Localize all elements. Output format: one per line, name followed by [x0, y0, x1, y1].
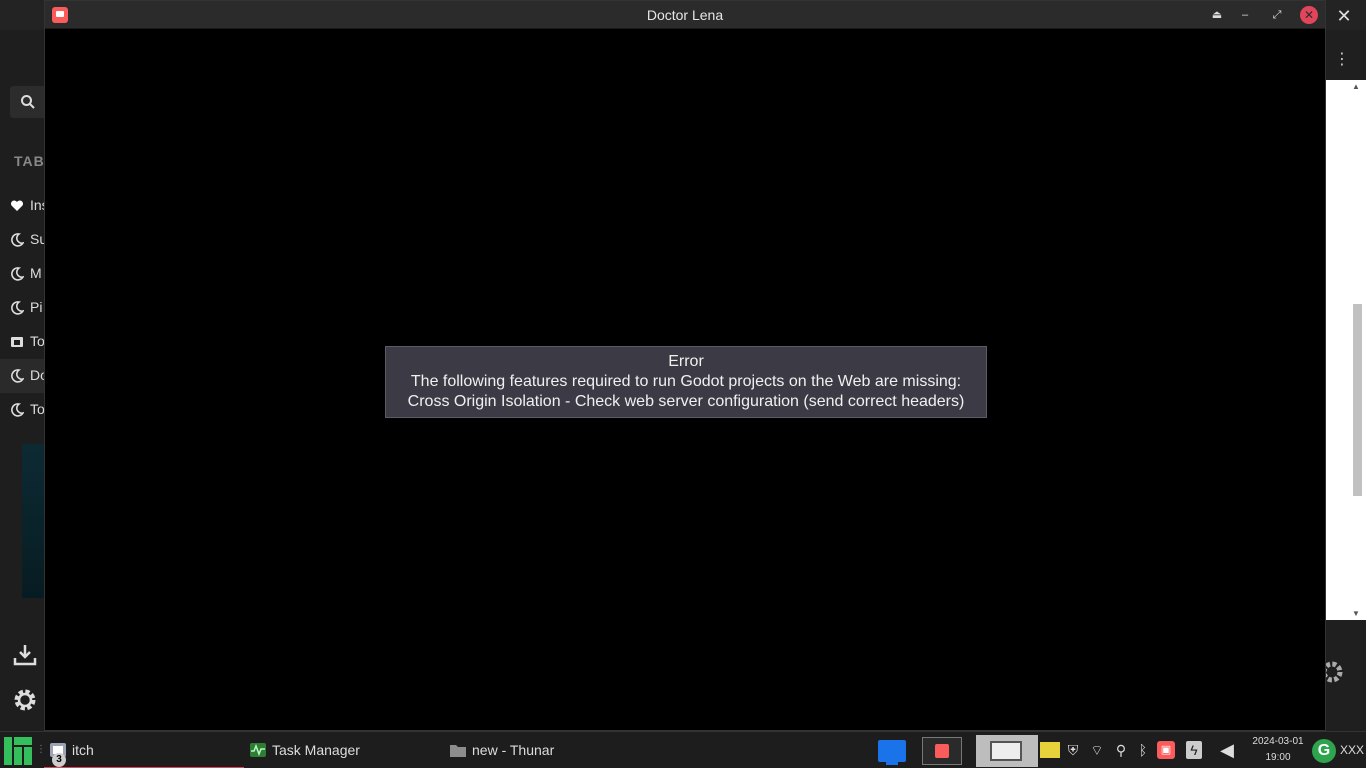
itch-tray-icon[interactable]: ▣	[1157, 741, 1175, 759]
search-button[interactable]	[10, 86, 44, 118]
error-title: Error	[668, 353, 704, 370]
notes-icon[interactable]	[1040, 742, 1060, 758]
sidebar-item-label: To	[30, 401, 44, 417]
itch-mini-icon	[935, 744, 949, 758]
error-message-line1: The following features required to run G…	[410, 373, 962, 390]
error-dialog: Error The following features required to…	[385, 346, 987, 418]
close-button[interactable]: ✕	[1300, 6, 1318, 24]
sidebar-item-label: To	[30, 333, 44, 349]
sidebar-item-4[interactable]: To	[0, 325, 44, 359]
sidebar-item-label: M	[30, 265, 42, 281]
scroll-down-icon[interactable]: ▼	[1352, 609, 1360, 618]
task-label: new - Thunar	[472, 742, 555, 758]
download-icon[interactable]	[12, 642, 38, 668]
window-mini-icon	[990, 741, 1022, 761]
scrollbar-thumb[interactable]	[1353, 304, 1362, 496]
sidebar-item-3[interactable]: Pi	[0, 291, 44, 325]
sidebar-item-5[interactable]: Do	[0, 359, 44, 393]
taskbar: ⋮ 3 itch Task Manager new - Thunar ⛨ ⌔ ⚲…	[0, 731, 1366, 768]
folder-icon	[450, 745, 466, 757]
shield-icon[interactable]: ⛨	[1064, 741, 1082, 759]
gear-icon[interactable]	[12, 687, 38, 713]
clock-time: 19:00	[1265, 752, 1291, 763]
sidebar-item-2[interactable]: M	[0, 257, 44, 291]
volume-icon[interactable]: ◀	[1218, 741, 1236, 759]
moon-icon	[11, 301, 24, 315]
task-label: itch	[72, 742, 94, 758]
sidebar-item-label: Pi	[30, 299, 43, 315]
task-itch[interactable]: 3 itch	[44, 732, 244, 768]
paperclip-icon[interactable]: ⚲	[1112, 741, 1130, 759]
itch-close-button[interactable]: ✕	[1334, 6, 1354, 26]
battery-charging-icon[interactable]: ϟ	[1186, 741, 1202, 759]
task-thunar[interactable]: new - Thunar	[444, 732, 644, 768]
sidebar-item-6[interactable]: To	[0, 393, 44, 427]
window-title: Doctor Lena	[646, 7, 724, 23]
heart-icon	[10, 200, 24, 211]
task-label: Task Manager	[272, 742, 360, 758]
user-name[interactable]: XXX	[1340, 732, 1364, 768]
more-menu-icon[interactable]: ⋮	[1332, 50, 1352, 70]
moon-icon	[11, 369, 24, 383]
sidebar-item-0[interactable]: Ins	[0, 189, 44, 223]
error-message-line2: Cross Origin Isolation - Check web serve…	[407, 393, 965, 410]
wifi-icon[interactable]: ⌔	[1088, 741, 1106, 759]
scroll-up-icon[interactable]: ▲	[1352, 82, 1360, 91]
window-titlebar[interactable]: Doctor Lena ⏏ – ⤢ ✕	[45, 1, 1325, 29]
bluetooth-icon[interactable]: ᛒ	[1134, 741, 1152, 759]
sidebar-item-1[interactable]: Su	[0, 223, 44, 257]
desktop-screen-icon[interactable]	[878, 740, 906, 765]
clock-date: 2024-03-01	[1252, 736, 1304, 747]
workspace-1[interactable]	[922, 737, 962, 765]
search-icon	[21, 95, 35, 109]
sidebar-item-label: Su	[30, 231, 44, 247]
game-thumbnail[interactable]	[22, 444, 44, 598]
game-window: Doctor Lena ⏏ – ⤢ ✕ Error The following …	[44, 0, 1326, 731]
moon-icon	[11, 267, 24, 281]
minimize-button[interactable]: –	[1236, 6, 1254, 24]
shade-button[interactable]: ⏏	[1208, 6, 1226, 24]
clock[interactable]: 2024-03-01 19:00	[1248, 734, 1308, 766]
scrollbar[interactable]: ▲ ▼	[1326, 80, 1366, 620]
g-app-icon[interactable]: G	[1312, 739, 1336, 763]
task-task-manager[interactable]: Task Manager	[244, 732, 444, 768]
sidebar-item-label: Do	[30, 367, 44, 383]
window-icon	[11, 337, 23, 347]
notification-badge: 3	[52, 753, 66, 767]
sidebar-item-label: Ins	[30, 197, 44, 213]
task-manager-icon	[250, 743, 266, 757]
moon-icon	[11, 233, 24, 247]
maximize-button[interactable]: ⤢	[1268, 6, 1286, 24]
workspace-2[interactable]	[976, 735, 1038, 767]
moon-icon	[11, 403, 24, 417]
manjaro-menu-icon[interactable]	[4, 737, 32, 765]
